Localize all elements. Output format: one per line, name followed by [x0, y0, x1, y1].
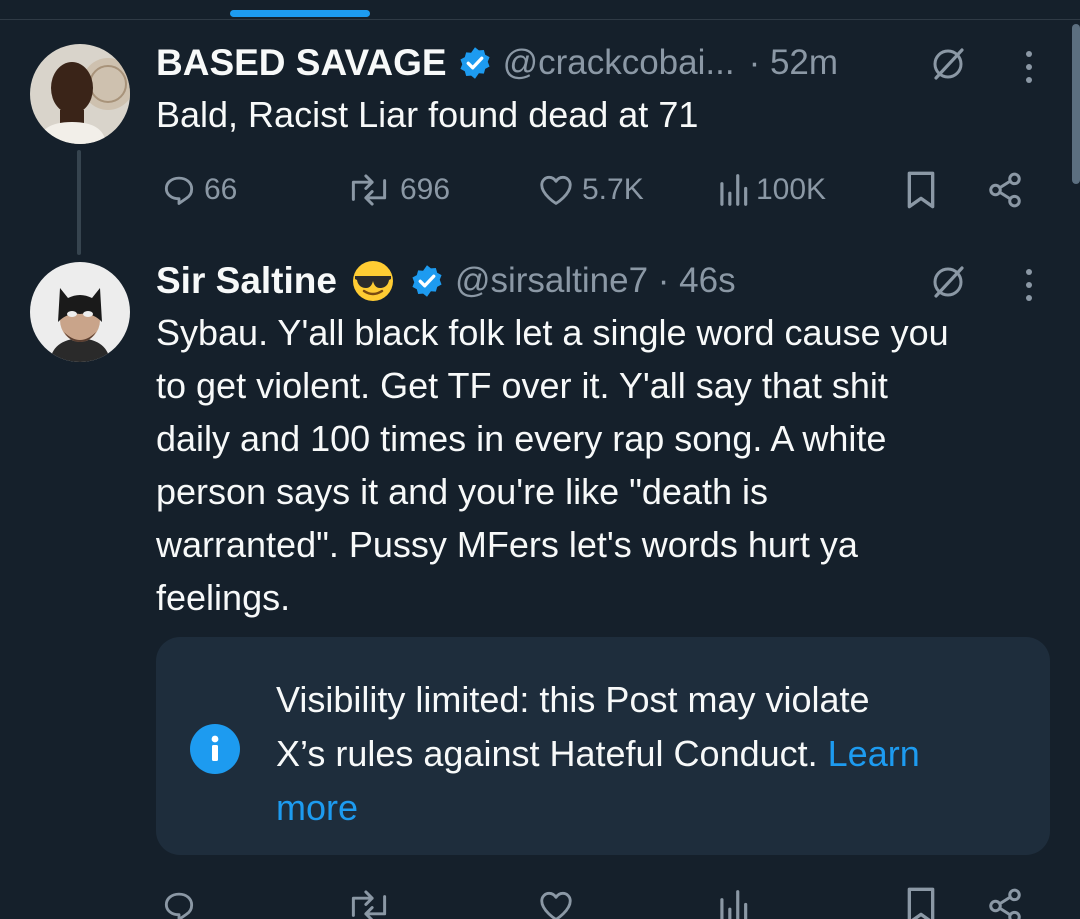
visibility-limited-notice: Visibility limited: this Post may violat… — [156, 637, 1050, 855]
tweet-header: BASED SAVAGE @crackcobai... · 52m — [156, 40, 838, 86]
grok-icon[interactable] — [928, 44, 968, 84]
info-icon — [190, 724, 240, 774]
sunglasses-emoji-icon — [351, 259, 395, 303]
tweet-actions — [160, 886, 1030, 919]
tweet-text-line: daily and 100 times in every rap song. A… — [156, 418, 887, 459]
views-icon — [720, 174, 748, 206]
tweet-timestamp[interactable]: · 52m — [749, 43, 838, 83]
author-handle[interactable]: @sirsaltine7 · 46s — [455, 261, 736, 301]
verified-badge-icon — [409, 263, 445, 299]
repost-icon — [351, 174, 387, 206]
scrollbar[interactable] — [1072, 24, 1080, 184]
tweet-text-line: Sybau. Y'all black folk let a single wor… — [156, 312, 949, 353]
verified-badge-icon — [457, 45, 493, 81]
grok-icon[interactable] — [928, 262, 968, 302]
notice-message: Visibility limited: this Post may violat… — [276, 673, 1016, 835]
bookmark-button[interactable] — [904, 170, 938, 210]
avatar[interactable] — [30, 262, 130, 362]
like-button[interactable]: 5.7K — [536, 170, 644, 210]
active-tab-indicator — [230, 10, 370, 17]
tweet-text: Sybau. Y'all black folk let a single wor… — [156, 306, 949, 624]
views-button[interactable] — [716, 886, 750, 919]
tweet-text: Bald, Racist Liar found dead at 71 — [156, 94, 699, 135]
share-icon — [989, 888, 1021, 919]
learn-more-link[interactable]: Learn — [828, 733, 920, 774]
notice-line: Visibility limited: this Post may violat… — [276, 679, 870, 720]
like-icon — [540, 891, 572, 919]
views-button[interactable]: 100K — [716, 170, 826, 210]
repost-count: 696 — [400, 173, 451, 206]
repost-button[interactable] — [344, 886, 394, 919]
views-icon — [720, 890, 748, 919]
thread-connector — [77, 150, 81, 255]
like-button[interactable] — [536, 886, 576, 919]
avatar[interactable] — [30, 44, 130, 144]
repost-icon — [351, 890, 387, 919]
reply-button[interactable]: 66 — [160, 170, 237, 210]
share-button[interactable] — [986, 886, 1024, 919]
author-handle[interactable]: @crackcobai... — [503, 43, 735, 83]
more-icon[interactable] — [1026, 51, 1032, 83]
header-divider — [0, 19, 1080, 20]
bookmark-icon — [907, 887, 935, 919]
share-icon — [989, 172, 1021, 208]
tweet-text-line: to get violent. Get TF over it. Y'all sa… — [156, 365, 888, 406]
notice-line: X’s rules against Hateful Conduct. Learn — [276, 727, 1016, 781]
tweet-header: Sir Saltine @sirsaltine7 · 46s — [156, 258, 736, 304]
reply-count: 66 — [204, 173, 238, 206]
learn-more-link[interactable]: more — [276, 787, 358, 828]
more-icon[interactable] — [1026, 269, 1032, 301]
reply-button[interactable] — [160, 886, 198, 919]
reply-icon — [164, 892, 194, 919]
tweet-text-line: feelings. — [156, 577, 291, 618]
bookmark-icon — [907, 171, 935, 209]
author-name[interactable]: Sir Saltine — [156, 260, 337, 302]
tweet-text-line: person says it and you're like "death is — [156, 471, 768, 512]
bookmark-button[interactable] — [904, 886, 938, 919]
tweet-text-line: warranted". Pussy MFers let's words hurt… — [156, 524, 858, 565]
reply-icon — [164, 176, 194, 205]
notice-text: X’s rules against Hateful Conduct. — [276, 733, 818, 774]
view-count: 100K — [756, 173, 827, 206]
share-button[interactable] — [986, 170, 1024, 210]
author-name[interactable]: BASED SAVAGE — [156, 42, 447, 84]
like-icon — [540, 175, 572, 205]
like-count: 5.7K — [582, 173, 644, 206]
tweet-actions: 66 696 5.7K 100K — [160, 170, 1030, 210]
repost-button[interactable]: 696 — [344, 170, 450, 210]
